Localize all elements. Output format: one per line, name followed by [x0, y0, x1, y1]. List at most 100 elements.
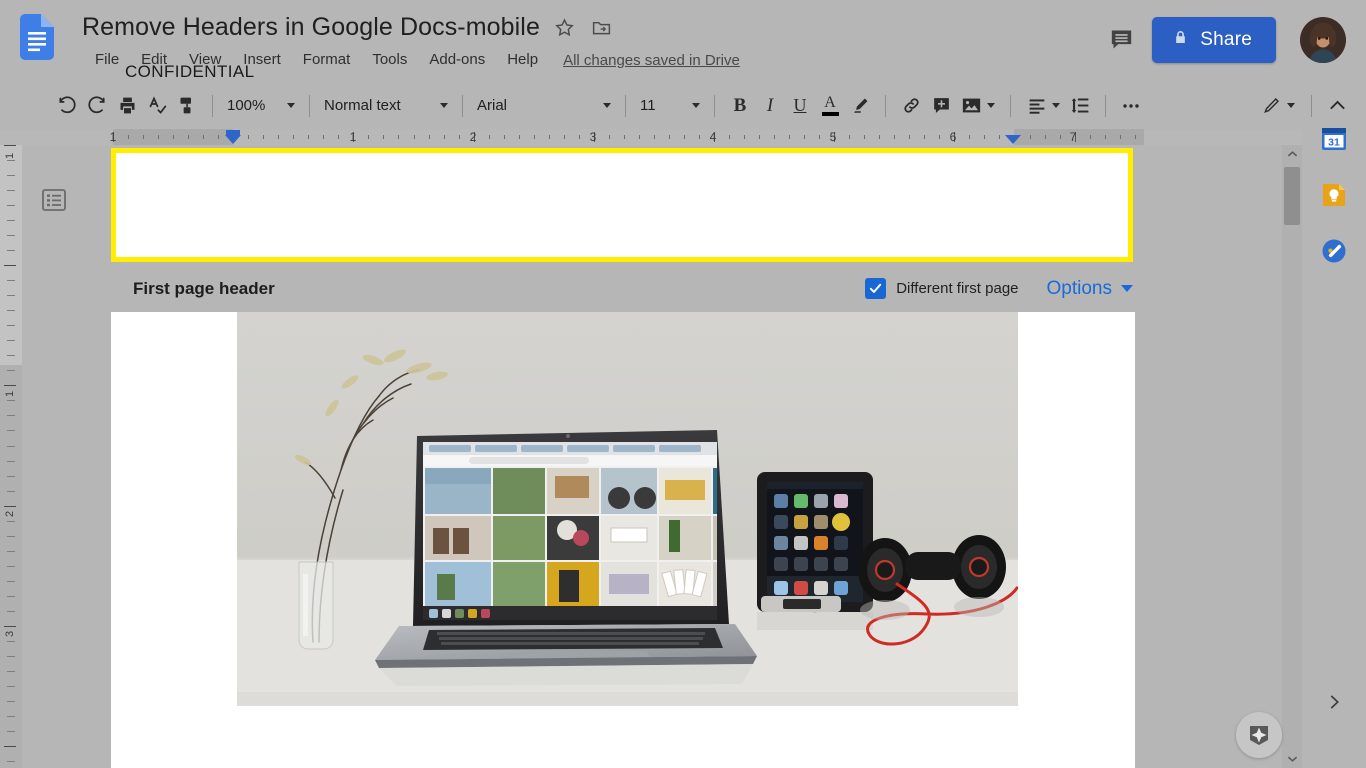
ruler-tick — [669, 135, 670, 139]
vertical-scrollbar[interactable] — [1282, 145, 1302, 768]
text-color-swatch — [821, 112, 839, 116]
chevron-down-icon — [603, 103, 611, 108]
vruler-number: 2 — [4, 510, 16, 517]
vruler-tick — [4, 145, 16, 146]
more-options-icon[interactable] — [1116, 91, 1146, 121]
paint-format-icon[interactable] — [172, 91, 202, 121]
menu-tools[interactable]: Tools — [361, 48, 418, 72]
ruler-tick — [414, 135, 415, 139]
vruler-tick — [7, 671, 15, 672]
redo-icon[interactable] — [82, 91, 112, 121]
ruler-tick — [308, 135, 309, 139]
right-indent-marker[interactable] — [1005, 135, 1021, 144]
google-docs-logo[interactable] — [20, 14, 54, 60]
chevron-down-icon — [1051, 103, 1060, 108]
save-status[interactable]: All changes saved in Drive — [563, 52, 740, 69]
zoom-dropdown[interactable]: 100% — [223, 91, 299, 121]
vruler-number: 3 — [4, 630, 16, 637]
header-options-label: Options — [1046, 277, 1112, 299]
scroll-down-icon[interactable] — [1285, 753, 1299, 765]
different-first-page-label[interactable]: Different first page — [896, 280, 1018, 297]
vruler-tick — [7, 581, 15, 582]
google-calendar-icon[interactable]: 31 — [1317, 122, 1351, 156]
ruler-tick — [549, 135, 550, 139]
highlight-pen-icon[interactable] — [845, 91, 875, 121]
google-keep-icon[interactable] — [1317, 178, 1351, 212]
document-body-page[interactable] — [111, 312, 1135, 768]
comment-icon[interactable] — [1104, 22, 1138, 56]
pencil-editing-icon[interactable] — [1255, 91, 1301, 121]
print-icon[interactable] — [112, 91, 142, 121]
underline-button[interactable]: U — [785, 91, 815, 121]
menu-file[interactable]: File — [84, 48, 130, 72]
scroll-up-icon[interactable] — [1285, 148, 1299, 160]
horizontal-ruler[interactable]: 1 1 2 3 4 5 6 7 — [0, 129, 1302, 145]
italic-label: I — [766, 94, 774, 116]
first-line-indent-marker[interactable] — [226, 130, 240, 136]
undo-icon[interactable] — [52, 91, 82, 121]
text-color-button[interactable]: A — [815, 91, 845, 121]
page-title[interactable]: Remove Headers in Google Docs-mobile — [82, 12, 540, 42]
star-icon[interactable] — [553, 15, 577, 39]
left-indent-marker[interactable] — [225, 135, 241, 144]
ruler-tick — [894, 135, 895, 139]
vruler-tick — [7, 701, 15, 702]
menu-add-ons[interactable]: Add-ons — [418, 48, 496, 72]
font-size-dropdown[interactable]: 11 — [636, 91, 704, 121]
font-size-value: 11 — [640, 97, 656, 114]
explore-icon[interactable] — [1236, 712, 1282, 758]
ruler-tick — [128, 135, 129, 139]
ruler-tick — [759, 135, 760, 139]
google-tasks-icon[interactable] — [1317, 234, 1351, 268]
header-options-button[interactable]: Options — [1047, 278, 1133, 300]
vruler-tick — [7, 160, 15, 161]
collapse-toolbar-icon[interactable] — [1322, 91, 1352, 121]
insert-link-icon[interactable] — [896, 91, 926, 121]
ruler-tick — [143, 135, 144, 139]
insert-image-icon[interactable] — [956, 91, 1000, 121]
menu-help[interactable]: Help — [496, 48, 549, 72]
add-comment-icon[interactable] — [926, 91, 956, 121]
document-outline-icon[interactable] — [36, 182, 71, 217]
vruler-tick — [7, 235, 15, 236]
font-family-dropdown[interactable]: Arial — [473, 91, 615, 121]
chevron-down-icon — [1286, 103, 1295, 108]
vruler-tick — [4, 385, 16, 386]
vruler-tick — [7, 415, 15, 416]
header-text-content[interactable]: CONFIDENTIAL — [125, 62, 254, 82]
paragraph-style-dropdown[interactable]: Normal text — [320, 91, 452, 121]
move-to-folder-icon[interactable] — [590, 15, 614, 39]
vertical-ruler[interactable]: 1 1 2 3 — [0, 145, 22, 768]
spellcheck-icon[interactable] — [142, 91, 172, 121]
document-title-row: Remove Headers in Google Docs-mobile — [82, 12, 614, 42]
toolbar-separator — [309, 94, 310, 117]
chevron-down-icon — [987, 103, 995, 108]
first-page-header-box[interactable] — [111, 148, 1133, 262]
ruler-tick — [744, 135, 745, 139]
ruler-tick — [654, 135, 655, 139]
align-left-icon[interactable] — [1021, 91, 1065, 121]
italic-button[interactable]: I — [755, 91, 785, 121]
ruler-number: 2 — [469, 130, 477, 144]
document-image[interactable] — [237, 312, 1018, 706]
bold-button[interactable]: B — [725, 91, 755, 121]
menu-format[interactable]: Format — [292, 48, 362, 72]
share-button[interactable]: Share — [1152, 17, 1276, 63]
toolbar-right-group — [1255, 91, 1366, 121]
ruler-tick — [804, 135, 805, 139]
ruler-tick — [1030, 135, 1031, 139]
ruler-tick — [609, 135, 610, 139]
chevron-right-icon[interactable] — [1322, 690, 1346, 714]
text-color-label: A — [824, 94, 836, 111]
ruler-number: 7 — [1069, 130, 1077, 144]
ruler-tick — [398, 135, 399, 139]
avatar[interactable] — [1300, 17, 1346, 63]
vruler-tick — [7, 641, 15, 642]
line-spacing-icon[interactable] — [1065, 91, 1095, 121]
chevron-down-icon — [1121, 285, 1133, 292]
scrollbar-thumb[interactable] — [1284, 167, 1300, 225]
ruler-tick — [774, 135, 775, 139]
different-first-page-checkbox[interactable] — [865, 278, 887, 299]
vruler-tick — [7, 430, 15, 431]
vruler-tick — [7, 355, 15, 356]
